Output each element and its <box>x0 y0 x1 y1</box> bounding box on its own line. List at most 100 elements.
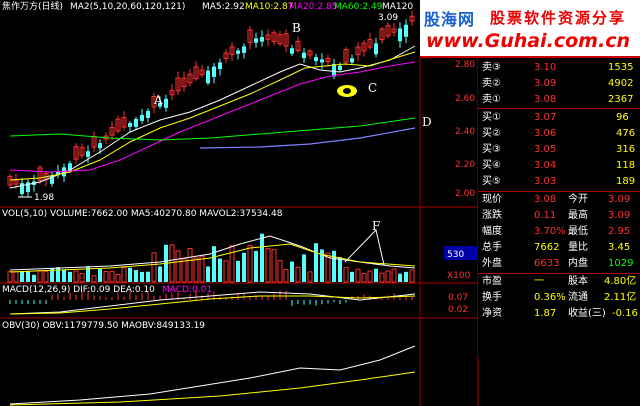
volume-bar <box>20 271 24 282</box>
quote-high-value: 3.09 <box>608 210 631 221</box>
watermark-url: www.Guhai.com.cn <box>426 30 630 52</box>
buy-4-row[interactable]: 买④ 3.04 118 <box>478 160 640 172</box>
quote-pe-label: 市盈 <box>482 276 502 287</box>
volume-bar <box>158 266 162 282</box>
candle-body <box>206 70 210 84</box>
buy-2-price: 3.06 <box>534 128 557 139</box>
volume-bar <box>218 258 222 282</box>
price-tick-260: 2.60 <box>455 94 475 104</box>
sell-3-price: 3.10 <box>534 62 557 73</box>
ma5-value: MA5:2.92 <box>202 2 245 12</box>
candle-body <box>212 66 216 77</box>
candle-body <box>302 52 306 59</box>
quote-turnover-value: 0.36% <box>534 292 566 303</box>
annotation-d: D <box>422 115 432 129</box>
buy-3-row[interactable]: 买③ 3.05 316 <box>478 144 640 156</box>
volume-label: VOL(5,10) VOLUME:7662.00 MA5:40270.80 MA… <box>2 209 283 219</box>
quote-nav-label: 净资 <box>482 308 502 319</box>
volume-bar <box>146 271 150 282</box>
stock-title: 焦作万方(日线) <box>2 0 63 12</box>
price-tick-220: 2.20 <box>455 160 475 170</box>
quote-total-label: 总手 <box>482 242 502 253</box>
macd-value: MACD:0.01 <box>162 285 212 295</box>
buy-2-label: 买② <box>482 128 501 139</box>
quote-panel: 卖③ 3.10 1535 卖② 3.09 4902 卖① 3.08 2367 买… <box>478 58 640 358</box>
price-tick-240: 2.40 <box>455 127 475 137</box>
candle-body <box>140 114 144 121</box>
volume-bar <box>332 250 336 282</box>
candle-body <box>314 57 318 62</box>
volume-bar <box>140 271 144 282</box>
watermark-slogan: 股票软件资源分享 <box>490 9 627 27</box>
highlight-oval-inner <box>343 88 351 94</box>
volume-bar <box>98 268 102 282</box>
quote-row-turnover: 换手 0.36% 流通 2.11亿 <box>478 292 640 304</box>
volume-bar <box>128 267 132 282</box>
quote-outer-value: 6633 <box>534 258 560 269</box>
volume-bar <box>374 268 378 282</box>
volume-bar <box>260 233 264 282</box>
ma20-value: MA20:2.85 <box>289 2 337 12</box>
quote-outer-label: 外盘 <box>482 258 502 269</box>
buy-3-price: 3.05 <box>534 144 557 155</box>
sell-2-label: 卖② <box>482 78 501 89</box>
quote-row-price: 现价 3.08 今开 3.09 <box>478 194 640 206</box>
candle-body <box>350 58 354 63</box>
buy-5-volume: 189 <box>616 176 636 187</box>
candle-body <box>128 123 132 127</box>
buy-1-row[interactable]: 买① 3.07 96 <box>478 112 640 124</box>
volume-bar <box>68 271 72 282</box>
buy-3-volume: 316 <box>616 144 636 155</box>
book-divider <box>478 108 640 109</box>
quote-nav-value: 1.87 <box>534 308 557 319</box>
quote-row-pe: 市盈 一 股本 4.80亿 <box>478 276 640 288</box>
volume-bar <box>290 261 294 282</box>
volume-bar <box>56 267 60 282</box>
watermark-brand: 股海网 <box>424 10 476 29</box>
candle-body <box>374 43 378 55</box>
buy-2-row[interactable]: 买② 3.06 476 <box>478 128 640 140</box>
volume-bar <box>350 271 354 282</box>
sell-2-price: 3.09 <box>534 78 557 89</box>
buy-5-row[interactable]: 买⑤ 3.03 189 <box>478 176 640 188</box>
volume-bar <box>134 270 138 282</box>
quote-ratio-label: 量比 <box>568 242 588 253</box>
ma60-value: MA60:2.49 <box>334 2 383 12</box>
quote-inner-value: 1029 <box>608 258 634 269</box>
volume-bar <box>236 260 240 282</box>
low-price-label: 1.98 <box>34 193 54 203</box>
macd-axis-a: 0.07 <box>448 293 468 303</box>
quote-pe-value: 一 <box>534 276 544 287</box>
macd-axis-b: 0.02 <box>448 305 468 315</box>
volume-bar <box>314 243 318 282</box>
volume-bar <box>302 254 306 282</box>
candle-body <box>134 118 138 127</box>
watermark-banner: 股海网 股票软件资源分享 www.Guhai.com.cn <box>420 0 640 58</box>
quote-eps-value: -0.16 <box>612 308 638 319</box>
sell-2-row[interactable]: 卖② 3.09 4902 <box>478 78 640 90</box>
quote-current-label: 现价 <box>482 194 502 205</box>
volume-bar <box>254 250 258 282</box>
quote-divider-2 <box>478 273 640 274</box>
sell-1-row[interactable]: 卖① 3.08 2367 <box>478 94 640 106</box>
volume-bar <box>338 257 342 282</box>
annotation-b: B <box>292 21 301 35</box>
ma-params: MA2(5,10,20,60,120,121) <box>70 2 185 12</box>
volume-axis-value: 530 <box>447 250 464 260</box>
annotation-a: A <box>153 93 163 107</box>
quote-float-value: 2.11亿 <box>604 292 637 303</box>
volume-bar <box>242 252 246 282</box>
ma10-value: MA10:2.87 <box>245 2 293 12</box>
macd-label: MACD(12,26,9) DIF:0.09 DEA:0.10 <box>2 285 155 295</box>
sell-3-row[interactable]: 卖③ 3.10 1535 <box>478 62 640 74</box>
volume-bar <box>32 274 36 282</box>
candle-body <box>290 48 294 54</box>
volume-bar <box>398 273 402 282</box>
quote-high-label: 最高 <box>568 210 588 221</box>
candle-body <box>242 46 246 53</box>
annotation-c: C <box>368 81 377 95</box>
quote-row-nav: 净资 1.87 收益(三) -0.16 <box>478 308 640 320</box>
ma120-value: MA120 <box>382 2 413 12</box>
sell-3-volume: 1535 <box>608 62 634 73</box>
quote-float-label: 流通 <box>568 292 588 303</box>
